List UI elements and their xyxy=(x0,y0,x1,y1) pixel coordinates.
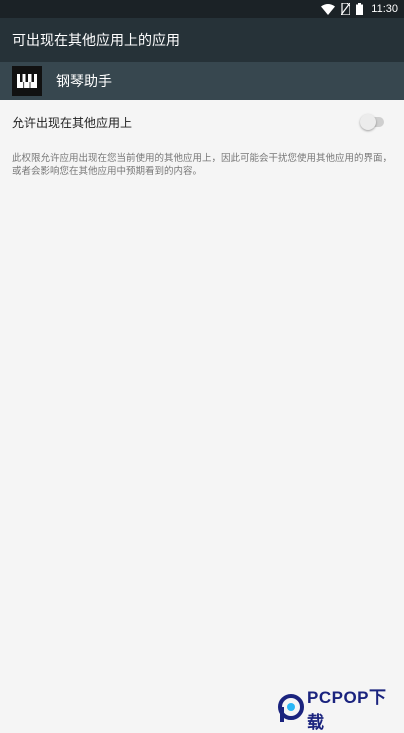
wifi-icon xyxy=(321,3,336,15)
piano-icon xyxy=(12,66,42,96)
sim-off-icon xyxy=(341,3,351,15)
pcpop-logo-icon xyxy=(278,694,304,722)
status-bar: 11:30 xyxy=(0,0,404,18)
allow-overlay-setting[interactable]: 允许出现在其他应用上 xyxy=(0,100,404,144)
toolbar: 可出现在其他应用上的应用 xyxy=(0,18,404,62)
status-time: 11:30 xyxy=(371,3,398,15)
battery-icon xyxy=(356,3,364,15)
app-name: 钢琴助手 xyxy=(56,74,112,90)
allow-overlay-toggle[interactable] xyxy=(360,114,384,130)
permission-description: 此权限允许应用出现在您当前使用的其他应用上，因此可能会干扰您使用其他应用的界面，… xyxy=(12,153,393,177)
allow-overlay-label: 允许出现在其他应用上 xyxy=(12,115,133,130)
toggle-thumb xyxy=(360,114,376,130)
app-header: 钢琴助手 xyxy=(0,62,404,100)
watermark: PCPOP下载 xyxy=(278,683,404,733)
watermark-text: PCPOP下载 xyxy=(307,688,387,732)
page-title: 可出现在其他应用上的应用 xyxy=(12,33,180,49)
